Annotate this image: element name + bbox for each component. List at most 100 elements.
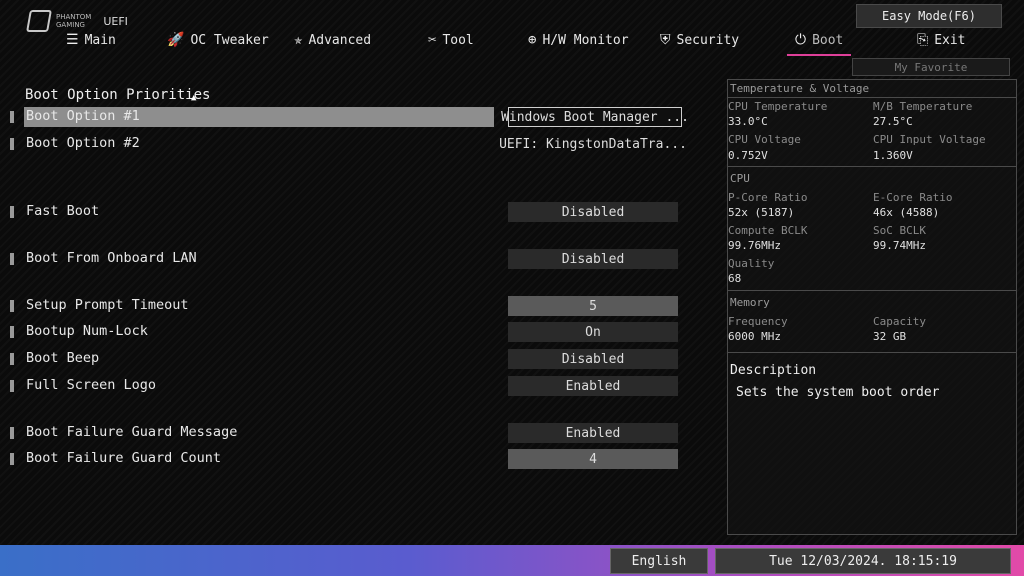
row-bullet (10, 380, 14, 392)
bootup-numlock-row[interactable]: Bootup Num-Lock On (10, 322, 710, 342)
bootup-numlock-value[interactable]: On (508, 322, 678, 342)
fast-boot-label: Fast Boot (26, 203, 100, 219)
nav-bar: ☰ Main 🚀 OC Tweaker ✯ Advanced ✂ Tool ⊕ … (0, 26, 1024, 56)
quality-value: 68 (728, 272, 742, 285)
shield-icon: ⛨ (660, 32, 671, 48)
boot-option-2-label: Boot Option #2 (26, 135, 140, 151)
tab-security[interactable]: ⛨ Security (660, 26, 739, 54)
compute-bclk-value: 99.76MHz (728, 239, 781, 252)
row-bullet (10, 206, 14, 218)
tab-main[interactable]: ☰ Main (66, 26, 116, 54)
boot-failure-guard-message-row[interactable]: Boot Failure Guard Message Enabled (10, 423, 710, 443)
boot-option-2-value[interactable]: UEFI: KingstonDataTra... (499, 134, 687, 154)
boot-failure-guard-count-value[interactable]: 4 (508, 449, 678, 469)
tab-exit-label: Exit (934, 32, 966, 48)
brand-line1: PHANTOM (56, 13, 92, 21)
row-bullet (10, 353, 14, 365)
datetime-display: Tue 12/03/2024. 18:15:19 (715, 548, 1011, 574)
tab-advanced[interactable]: ✯ Advanced (294, 26, 371, 54)
my-favorite-button[interactable]: My Favorite (852, 58, 1010, 76)
frequency-value: 6000 MHz (728, 330, 781, 343)
boot-onboard-lan-row[interactable]: Boot From Onboard LAN Disabled (10, 249, 710, 269)
boot-option-1-value[interactable]: Windows Boot Manager ... (501, 107, 689, 127)
frequency-label: Frequency (728, 315, 788, 328)
boot-beep-value[interactable]: Disabled (508, 349, 678, 369)
quality-label: Quality (728, 257, 775, 270)
tab-exit[interactable]: ⎘ Exit (917, 26, 966, 54)
row-bullet (10, 253, 14, 265)
pcore-ratio-value: 52x (5187) (728, 206, 795, 219)
boot-beep-row[interactable]: Boot Beep Disabled (10, 349, 710, 369)
tab-oc-tweaker-label: OC Tweaker (190, 32, 269, 48)
tab-security-label: Security (676, 32, 740, 48)
capacity-value: 32 GB (873, 330, 907, 343)
row-bullet (10, 138, 14, 150)
cpu-input-voltage-value: 1.360V (873, 149, 913, 162)
cpu-voltage-label: CPU Voltage (728, 133, 801, 146)
full-screen-logo-row[interactable]: Full Screen Logo Enabled (10, 376, 710, 396)
tab-boot[interactable]: ⏻ Boot (787, 26, 852, 56)
section-title: Boot Option Priorities (25, 87, 211, 103)
pcore-ratio-label: P-Core Ratio (728, 191, 808, 204)
divider (728, 290, 1016, 291)
boot-option-1-label: Boot Option #1 (26, 108, 140, 124)
boot-option-2-row[interactable]: Boot Option #2 UEFI: KingstonDataTra... (10, 134, 710, 154)
boot-failure-guard-message-value[interactable]: Enabled (508, 423, 678, 443)
info-panel: Temperature & Voltage CPU Temperature M/… (727, 79, 1017, 535)
tab-tool-label: Tool (442, 32, 474, 48)
tab-boot-label: Boot (812, 32, 844, 48)
divider (728, 352, 1016, 353)
divider (728, 166, 1016, 167)
tab-advanced-label: Advanced (308, 32, 372, 48)
tab-main-label: Main (84, 32, 116, 48)
cpu-section-title: CPU (730, 172, 750, 185)
menu-icon: ☰ (66, 32, 79, 48)
ecore-ratio-label: E-Core Ratio (873, 191, 953, 204)
fast-boot-value[interactable]: Disabled (508, 202, 678, 222)
tools-icon: ✂ (428, 32, 437, 48)
rocket-icon: 🚀 (167, 32, 185, 48)
compute-bclk-label: Compute BCLK (728, 224, 808, 237)
boot-onboard-lan-value[interactable]: Disabled (508, 249, 678, 269)
tab-hw-monitor-label: H/W Monitor (542, 32, 629, 48)
mouse-cursor-icon: ▲ (191, 93, 197, 103)
description-text: Sets the system boot order (736, 385, 940, 400)
setup-prompt-timeout-row[interactable]: Setup Prompt Timeout 5 (10, 296, 710, 316)
star-icon: ✯ (294, 32, 303, 48)
boot-failure-guard-count-row[interactable]: Boot Failure Guard Count 4 (10, 449, 710, 469)
easy-mode-button[interactable]: Easy Mode(F6) (856, 4, 1002, 28)
status-bar: English Tue 12/03/2024. 18:15:19 (0, 545, 1024, 576)
tab-oc-tweaker[interactable]: 🚀 OC Tweaker (167, 26, 269, 54)
exit-door-icon: ⎘ (917, 32, 929, 48)
row-bullet (10, 111, 14, 123)
mb-temp-value: 27.5°C (873, 115, 913, 128)
full-screen-logo-label: Full Screen Logo (26, 377, 157, 393)
cpu-temp-value: 33.0°C (728, 115, 768, 128)
tab-tool[interactable]: ✂ Tool (428, 26, 474, 54)
row-bullet (10, 427, 14, 439)
crosshair-icon: ⊕ (528, 32, 537, 48)
description-title: Description (730, 363, 817, 378)
boot-onboard-lan-label: Boot From Onboard LAN (26, 250, 197, 266)
bootup-numlock-label: Bootup Num-Lock (26, 323, 148, 339)
divider (728, 97, 1016, 98)
power-icon: ⏻ (795, 32, 807, 48)
soc-bclk-label: SoC BCLK (873, 224, 926, 237)
cpu-temp-label: CPU Temperature (728, 100, 828, 113)
full-screen-logo-value[interactable]: Enabled (508, 376, 678, 396)
cpu-voltage-value: 0.752V (728, 149, 768, 162)
temp-voltage-title: Temperature & Voltage (730, 82, 870, 95)
ecore-ratio-value: 46x (4588) (873, 206, 940, 219)
setup-prompt-timeout-value[interactable]: 5 (508, 296, 678, 316)
fast-boot-row[interactable]: Fast Boot Disabled (10, 202, 710, 222)
row-bullet (10, 453, 14, 465)
boot-option-1-row[interactable]: Boot Option #1 Windows Boot Manager ... (10, 107, 710, 127)
language-button[interactable]: English (610, 548, 708, 574)
tab-hw-monitor[interactable]: ⊕ H/W Monitor (528, 26, 629, 54)
row-bullet (10, 300, 14, 312)
boot-failure-guard-message-label: Boot Failure Guard Message (26, 424, 238, 440)
capacity-label: Capacity (873, 315, 926, 328)
cpu-input-voltage-label: CPU Input Voltage (873, 133, 986, 146)
row-bullet (10, 326, 14, 338)
soc-bclk-value: 99.74MHz (873, 239, 926, 252)
